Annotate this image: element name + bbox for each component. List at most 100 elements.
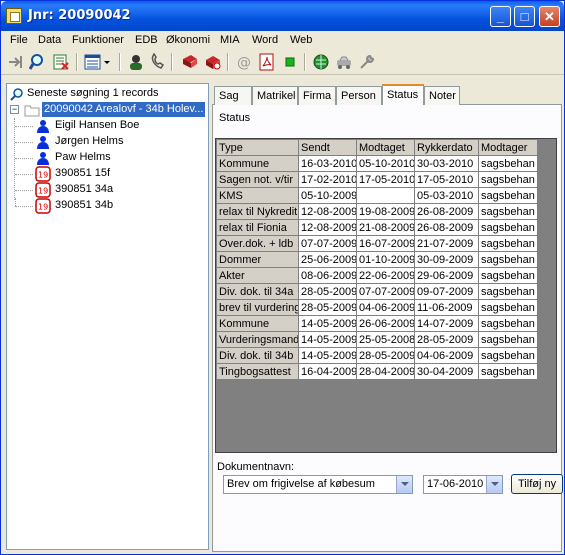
tree-person-node[interactable]: Eigil Hansen Boe	[7, 118, 205, 134]
table-cell[interactable]: 28-05-2009	[356, 347, 415, 364]
globe-icon[interactable]	[312, 53, 330, 71]
document-select[interactable]: Brev om frigivelse af købesum	[223, 475, 413, 494]
table-row[interactable]: Kommune 16-03-2010 05-10-2010 30-03-2010 sag…	[216, 155, 538, 172]
add-new-button[interactable]: Tilføj ny	[511, 474, 563, 494]
table-cell[interactable]: sagsbehan	[478, 251, 538, 268]
table-row[interactable]: relax til Fionia 12-08-2009 21-08-2009 26-0…	[216, 219, 538, 236]
table-row[interactable]: Tingbogsattest 16-04-2009 28-04-2009 30-04-…	[216, 363, 538, 380]
table-cell[interactable]: Kommune	[216, 155, 299, 172]
tree-property-node[interactable]: 19 390851 34b	[7, 198, 205, 214]
table-cell[interactable]: 12-08-2009	[298, 203, 357, 220]
excel-close-icon[interactable]	[52, 53, 70, 71]
menu-web[interactable]: Web	[290, 34, 312, 46]
tab-status[interactable]: Status	[382, 84, 424, 105]
case-icon[interactable]	[204, 53, 222, 71]
table-cell[interactable]: 17-05-2010	[414, 171, 479, 188]
pdf-icon[interactable]	[258, 53, 276, 71]
table-row[interactable]: Sagen not. v/tir 17-02-2010 17-05-2010 17-0…	[216, 171, 538, 188]
table-cell[interactable]: KMS	[216, 187, 299, 204]
green-square-icon[interactable]	[281, 53, 299, 71]
minimize-button[interactable]: _	[490, 6, 511, 27]
table-row[interactable]: Dommer 25-06-2009 01-10-2009 30-09-2009 sags…	[216, 251, 538, 268]
table-cell[interactable]: 30-03-2010	[414, 155, 479, 172]
table-cell[interactable]: sagsbehan	[478, 331, 538, 348]
table-cell[interactable]: Vurderingsmand	[216, 331, 299, 348]
table-cell[interactable]: 16-04-2009	[298, 363, 357, 380]
tree-case-node[interactable]: − 20090042 Arealovf - 34b Holev...	[10, 102, 208, 118]
chevron-down-icon[interactable]	[396, 476, 412, 493]
table-cell[interactable]: Tingbogsattest	[216, 363, 299, 380]
table-cell[interactable]: 21-08-2009	[356, 219, 415, 236]
table-cell[interactable]: 01-10-2009	[356, 251, 415, 268]
table-cell[interactable]: sagsbehan	[478, 235, 538, 252]
table-cell[interactable]: sagsbehan	[478, 171, 538, 188]
tab-person[interactable]: Person	[336, 86, 382, 105]
column-header-type[interactable]: Type	[216, 139, 299, 156]
menu-funktioner[interactable]: Funktioner	[72, 34, 124, 46]
table-cell[interactable]: 05-10-2009	[298, 187, 357, 204]
tree-property-node[interactable]: 19 390851 15f	[7, 166, 205, 182]
table-cell[interactable]: relax til Fionia	[216, 219, 299, 236]
phone-icon[interactable]	[149, 53, 167, 71]
table-cell[interactable]: 26-06-2009	[356, 315, 415, 332]
table-cell[interactable]: Sagen not. v/tir	[216, 171, 299, 188]
table-cell[interactable]: sagsbehan	[478, 219, 538, 236]
table-cell[interactable]: 14-05-2009	[298, 347, 357, 364]
tab-noter[interactable]: Noter	[424, 86, 460, 105]
table-cell[interactable]: 04-06-2009	[356, 299, 415, 316]
tree-property-node[interactable]: 19 390851 34a	[7, 182, 205, 198]
tools-icon[interactable]	[358, 53, 376, 71]
menu-okonomi[interactable]: Økonomi	[166, 34, 210, 46]
table-row[interactable]: brev til vurdering 28-05-2009 04-06-2009 11…	[216, 299, 538, 316]
column-header-modtaget[interactable]: Modtaget	[356, 139, 415, 156]
table-cell[interactable]: 14-05-2009	[298, 331, 357, 348]
table-cell[interactable]: 16-07-2009	[356, 235, 415, 252]
import-icon[interactable]	[7, 53, 25, 71]
person-icon[interactable]	[127, 53, 145, 71]
table-cell[interactable]: 28-04-2009	[356, 363, 415, 380]
tab-matrikel[interactable]: Matrikel	[252, 86, 298, 105]
table-cell[interactable]: 05-03-2010	[414, 187, 479, 204]
table-cell[interactable]: sagsbehan	[478, 267, 538, 284]
date-picker[interactable]: 17-06-2010	[423, 475, 503, 494]
search-icon[interactable]	[29, 53, 47, 71]
book-icon[interactable]	[181, 53, 199, 71]
table-cell[interactable]: Over.dok. + ldb	[216, 235, 299, 252]
table-cell[interactable]: 28-05-2009	[298, 283, 357, 300]
column-header-modtager[interactable]: Modtager	[478, 139, 538, 156]
table-cell[interactable]: Div. dok. til 34b	[216, 347, 299, 364]
table-cell[interactable]: 21-07-2009	[414, 235, 479, 252]
maximize-button[interactable]: □	[514, 6, 535, 27]
table-cell[interactable]: 14-05-2009	[298, 315, 357, 332]
table-cell[interactable]: 26-08-2009	[414, 203, 479, 220]
table-cell[interactable]: 09-07-2009	[414, 283, 479, 300]
collapse-toggle-icon[interactable]: −	[10, 105, 19, 114]
table-cell[interactable]: 25-06-2009	[298, 251, 357, 268]
table-cell[interactable]: 30-09-2009	[414, 251, 479, 268]
table-cell[interactable]: 28-05-2009	[298, 299, 357, 316]
table-row[interactable]: Over.dok. + ldb 07-07-2009 16-07-2009 21-07…	[216, 235, 538, 252]
tree-person-node[interactable]: Paw Helms	[7, 150, 205, 166]
title-bar[interactable]: Jnr: 20090042 _ □ ✕	[1, 1, 564, 31]
table-cell[interactable]: Div. dok. til 34a	[216, 283, 299, 300]
menu-mia[interactable]: MIA	[220, 34, 240, 46]
menu-word[interactable]: Word	[252, 34, 278, 46]
table-cell[interactable]: sagsbehan	[478, 347, 538, 364]
table-cell[interactable]: 07-07-2009	[356, 283, 415, 300]
table-row[interactable]: Div. dok. til 34a 28-05-2009 07-07-2009 09-…	[216, 283, 538, 300]
table-row[interactable]: relax til Nykredit 12-08-2009 19-08-2009 26…	[216, 203, 538, 220]
table-cell[interactable]: sagsbehan	[478, 283, 538, 300]
table-cell[interactable]: 04-06-2009	[414, 347, 479, 364]
table-cell[interactable]: 12-08-2009	[298, 219, 357, 236]
table-cell[interactable]: 19-08-2009	[356, 203, 415, 220]
table-cell[interactable]: sagsbehan	[478, 299, 538, 316]
table-cell[interactable]: 16-03-2010	[298, 155, 357, 172]
case-tree[interactable]: Seneste søgning 1 records − 20090042 Are…	[6, 83, 209, 550]
close-button[interactable]: ✕	[539, 6, 560, 27]
tree-search-node[interactable]: Seneste søgning 1 records	[10, 86, 206, 102]
table-cell[interactable]: sagsbehan	[478, 155, 538, 172]
table-cell[interactable]: 14-07-2009	[414, 315, 479, 332]
table-cell[interactable]: sagsbehan	[478, 187, 538, 204]
table-row[interactable]: Kommune 14-05-2009 26-06-2009 14-07-2009 sag…	[216, 315, 538, 332]
list-view-icon[interactable]	[84, 53, 102, 71]
